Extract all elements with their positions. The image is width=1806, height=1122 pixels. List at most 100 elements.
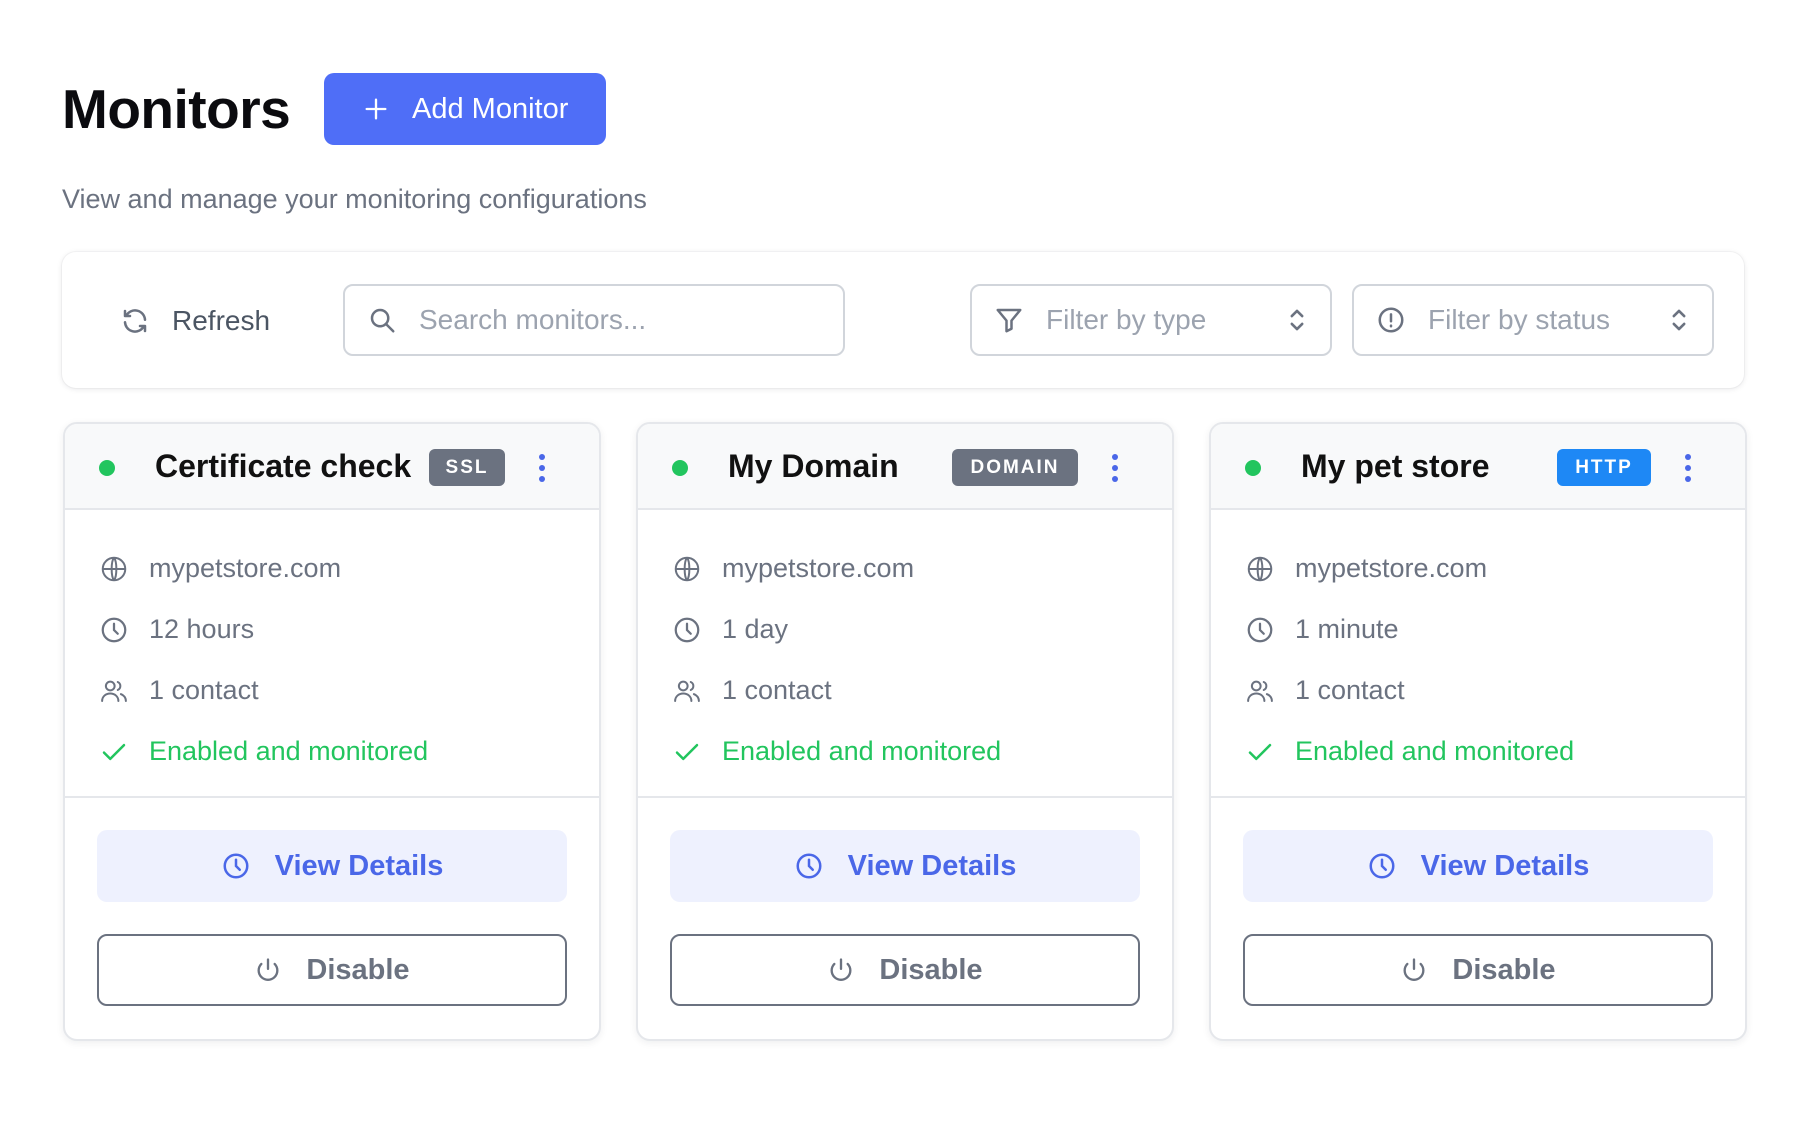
power-icon bbox=[830, 958, 852, 981]
contacts-row: 1 contact bbox=[672, 660, 1172, 721]
check-icon bbox=[675, 743, 699, 760]
plus-icon bbox=[365, 98, 387, 120]
monitor-card: My pet store HTTP mypetstore.com 1 minut… bbox=[1209, 422, 1747, 1041]
view-details-button[interactable]: View Details bbox=[97, 830, 567, 902]
clock-icon bbox=[223, 853, 249, 879]
refresh-button[interactable]: Refresh bbox=[120, 300, 270, 342]
users-icon bbox=[1247, 680, 1273, 702]
card-header: My pet store HTTP bbox=[1211, 424, 1745, 510]
filter-type-placeholder: Filter by type bbox=[1046, 304, 1207, 335]
host-text: mypetstore.com bbox=[149, 553, 342, 583]
chevron-up-down-icon bbox=[1290, 309, 1304, 331]
check-icon bbox=[1248, 743, 1272, 760]
contacts-row: 1 contact bbox=[99, 660, 599, 721]
monitor-card: My Domain DOMAIN mypetstore.com 1 day 1 … bbox=[636, 422, 1174, 1041]
status-indicator bbox=[672, 460, 688, 476]
contacts-row: 1 contact bbox=[1245, 660, 1745, 721]
interval-text: 1 minute bbox=[1295, 614, 1399, 644]
globe-icon bbox=[1247, 556, 1273, 581]
filter-type-select[interactable]: Filter by type bbox=[970, 284, 1332, 356]
host-text: mypetstore.com bbox=[1295, 553, 1488, 583]
search-placeholder: Search monitors... bbox=[419, 304, 647, 335]
globe-icon bbox=[674, 556, 700, 581]
interval-row: 1 minute bbox=[1245, 599, 1745, 660]
page-header: Monitors Add Monitor bbox=[62, 73, 607, 145]
clock-icon bbox=[674, 617, 700, 642]
interval-row: 1 day bbox=[672, 599, 1172, 660]
card-details: mypetstore.com 1 minute 1 contact Enable… bbox=[1211, 510, 1745, 798]
refresh-icon bbox=[123, 309, 147, 333]
view-details-button[interactable]: View Details bbox=[670, 830, 1140, 902]
status-text: Enabled and monitored bbox=[722, 736, 1002, 766]
disable-label: Disable bbox=[1452, 953, 1556, 986]
card-actions: View Details Disable bbox=[65, 798, 599, 1006]
power-icon bbox=[1403, 958, 1425, 981]
card-details: mypetstore.com 12 hours 1 contact Enable… bbox=[65, 510, 599, 798]
contacts-text: 1 contact bbox=[149, 675, 259, 705]
alert-circle-icon bbox=[1378, 307, 1404, 333]
refresh-label: Refresh bbox=[172, 305, 271, 336]
users-icon bbox=[101, 680, 127, 702]
interval-row: 12 hours bbox=[99, 599, 599, 660]
status-row: Enabled and monitored bbox=[1245, 721, 1745, 782]
card-header: My Domain DOMAIN bbox=[638, 424, 1172, 510]
status-indicator bbox=[99, 460, 115, 476]
more-options-icon[interactable] bbox=[536, 453, 548, 483]
filter-status-select[interactable]: Filter by status bbox=[1352, 284, 1714, 356]
clock-icon bbox=[1247, 617, 1273, 642]
clock-icon bbox=[1369, 853, 1395, 879]
add-monitor-label: Add Monitor bbox=[412, 92, 569, 125]
disable-label: Disable bbox=[306, 953, 410, 986]
type-badge: DOMAIN bbox=[952, 449, 1078, 486]
search-input[interactable]: Search monitors... bbox=[343, 284, 845, 356]
chevron-up-down-icon bbox=[1672, 309, 1686, 331]
host-row: mypetstore.com bbox=[99, 538, 599, 599]
status-row: Enabled and monitored bbox=[672, 721, 1172, 782]
disable-label: Disable bbox=[879, 953, 983, 986]
type-badge: SSL bbox=[429, 449, 505, 486]
globe-icon bbox=[101, 556, 127, 581]
card-actions: View Details Disable bbox=[638, 798, 1172, 1006]
status-indicator bbox=[1245, 460, 1261, 476]
monitor-name: My Domain bbox=[728, 448, 899, 484]
host-text: mypetstore.com bbox=[722, 553, 915, 583]
view-details-label: View Details bbox=[1420, 849, 1590, 882]
more-options-icon[interactable] bbox=[1682, 453, 1694, 483]
page-title: Monitors bbox=[62, 78, 291, 140]
monitor-toolbar: Refresh Search monitors... Filter by typ… bbox=[62, 252, 1744, 388]
view-details-label: View Details bbox=[847, 849, 1017, 882]
add-monitor-button[interactable]: Add Monitor bbox=[324, 73, 607, 145]
host-row: mypetstore.com bbox=[672, 538, 1172, 599]
disable-button[interactable]: Disable bbox=[670, 934, 1140, 1006]
page-subtitle: View and manage your monitoring configur… bbox=[62, 184, 647, 214]
interval-text: 1 day bbox=[722, 614, 789, 644]
disable-button[interactable]: Disable bbox=[97, 934, 567, 1006]
host-row: mypetstore.com bbox=[1245, 538, 1745, 599]
check-icon bbox=[102, 743, 126, 760]
monitors-page: Monitors Add Monitor View and manage you… bbox=[0, 0, 1806, 1122]
filter-status-placeholder: Filter by status bbox=[1428, 304, 1611, 335]
contacts-text: 1 contact bbox=[722, 675, 832, 705]
funnel-icon bbox=[996, 308, 1022, 333]
view-details-button[interactable]: View Details bbox=[1243, 830, 1713, 902]
view-details-label: View Details bbox=[274, 849, 444, 882]
monitor-name: My pet store bbox=[1301, 448, 1490, 484]
clock-icon bbox=[796, 853, 822, 879]
card-header: Certificate check SSL bbox=[65, 424, 599, 510]
search-icon bbox=[370, 308, 395, 333]
status-row: Enabled and monitored bbox=[99, 721, 599, 782]
card-actions: View Details Disable bbox=[1211, 798, 1745, 1006]
clock-icon bbox=[101, 617, 127, 642]
disable-button[interactable]: Disable bbox=[1243, 934, 1713, 1006]
card-details: mypetstore.com 1 day 1 contact Enabled a… bbox=[638, 510, 1172, 798]
status-text: Enabled and monitored bbox=[149, 736, 429, 766]
more-options-icon[interactable] bbox=[1109, 453, 1121, 483]
interval-text: 12 hours bbox=[149, 614, 255, 644]
contacts-text: 1 contact bbox=[1295, 675, 1405, 705]
type-badge: HTTP bbox=[1557, 449, 1651, 486]
monitor-card: Certificate check SSL mypetstore.com 12 … bbox=[63, 422, 601, 1041]
users-icon bbox=[674, 680, 700, 702]
power-icon bbox=[257, 958, 279, 981]
monitor-name: Certificate check bbox=[155, 448, 412, 484]
status-text: Enabled and monitored bbox=[1295, 736, 1575, 766]
